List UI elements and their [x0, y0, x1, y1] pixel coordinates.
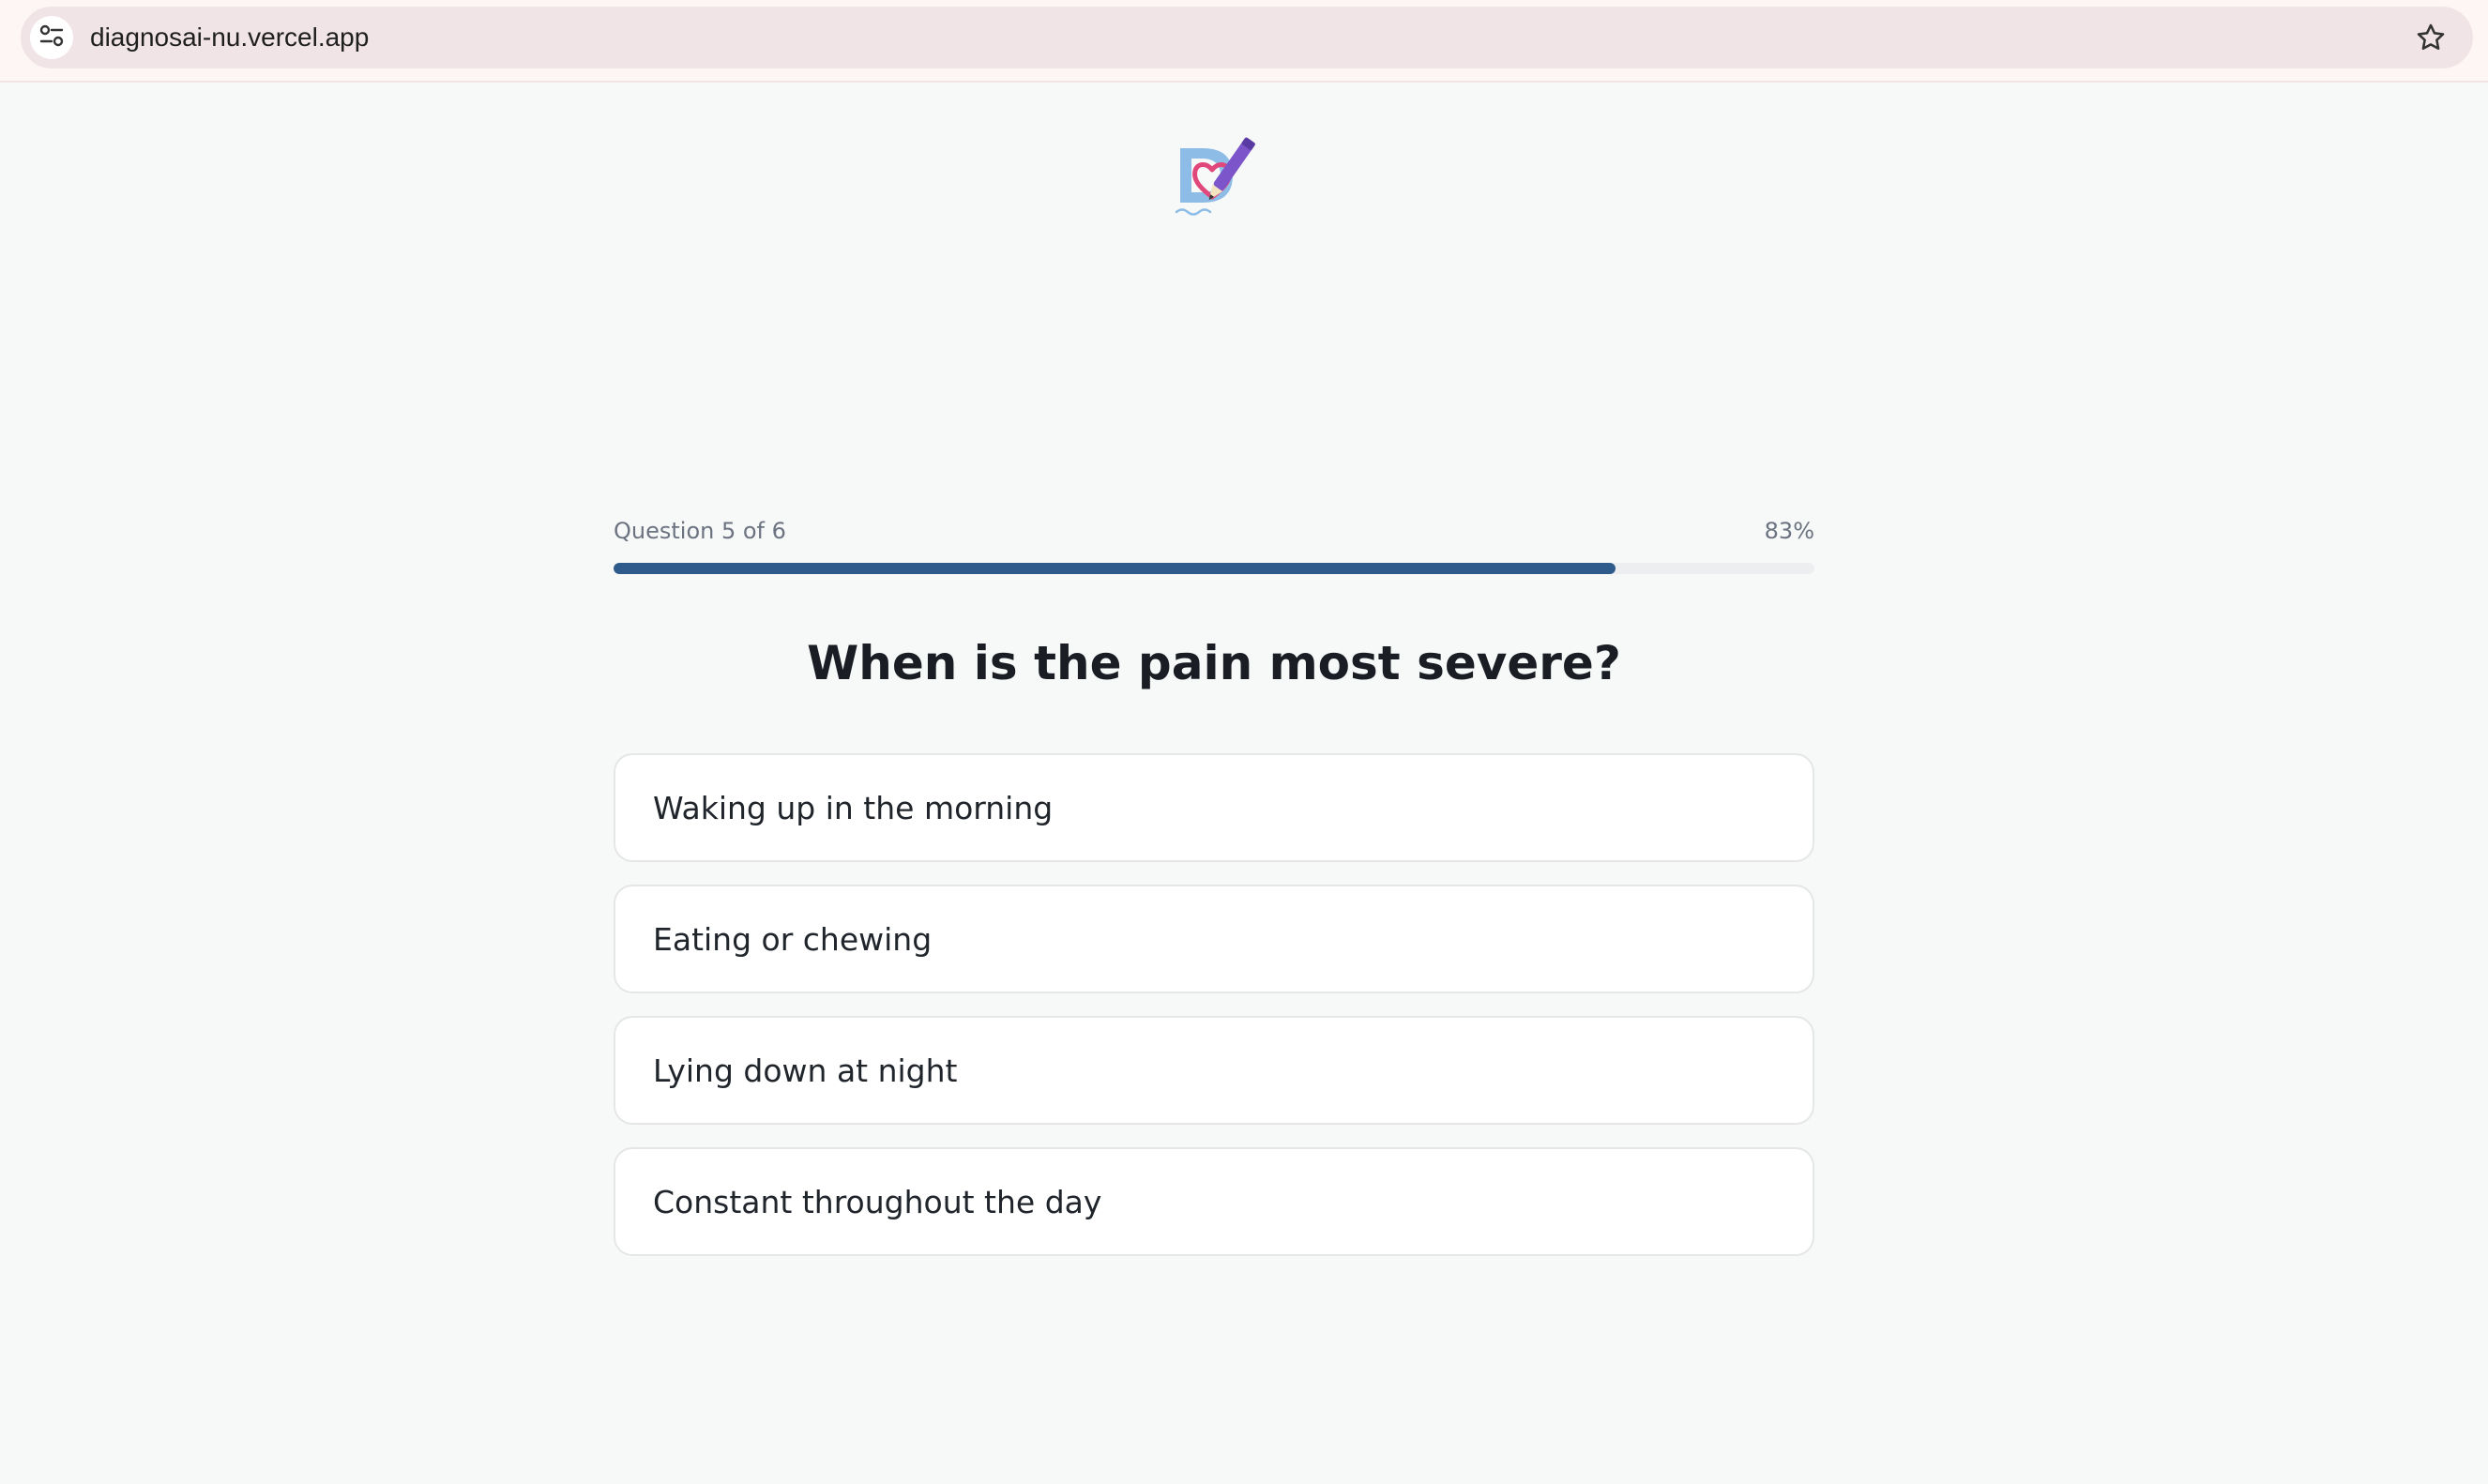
- option-label: Constant throughout the day: [653, 1183, 1102, 1220]
- answer-options: Waking up in the morning Eating or chewi…: [614, 753, 1814, 1279]
- answer-option[interactable]: Eating or chewing: [614, 885, 1814, 993]
- progress-percent: 83%: [1764, 518, 1814, 544]
- browser-toolbar: diagnosai-nu.vercel.app: [0, 0, 2488, 83]
- tune-icon: [38, 22, 66, 53]
- answer-option[interactable]: Constant throughout the day: [614, 1147, 1814, 1256]
- option-label: Lying down at night: [653, 1052, 958, 1089]
- answer-option[interactable]: Waking up in the morning: [614, 753, 1814, 862]
- site-info-button[interactable]: [30, 16, 73, 59]
- diagnosai-logo-icon: [1175, 129, 1259, 218]
- answer-option[interactable]: Lying down at night: [614, 1016, 1814, 1125]
- progress-bar: [614, 563, 1814, 574]
- question-title: When is the pain most severe?: [807, 636, 1621, 690]
- question-counter: Question 5 of 6: [614, 518, 786, 544]
- option-label: Eating or chewing: [653, 920, 933, 958]
- address-bar[interactable]: diagnosai-nu.vercel.app: [21, 7, 2473, 68]
- progress-bar-fill: [614, 563, 1616, 574]
- bookmark-star-icon[interactable]: [2415, 22, 2447, 53]
- url-text[interactable]: diagnosai-nu.vercel.app: [90, 7, 369, 68]
- option-label: Waking up in the morning: [653, 789, 1054, 826]
- progress-section: Question 5 of 6 83%: [614, 514, 1814, 574]
